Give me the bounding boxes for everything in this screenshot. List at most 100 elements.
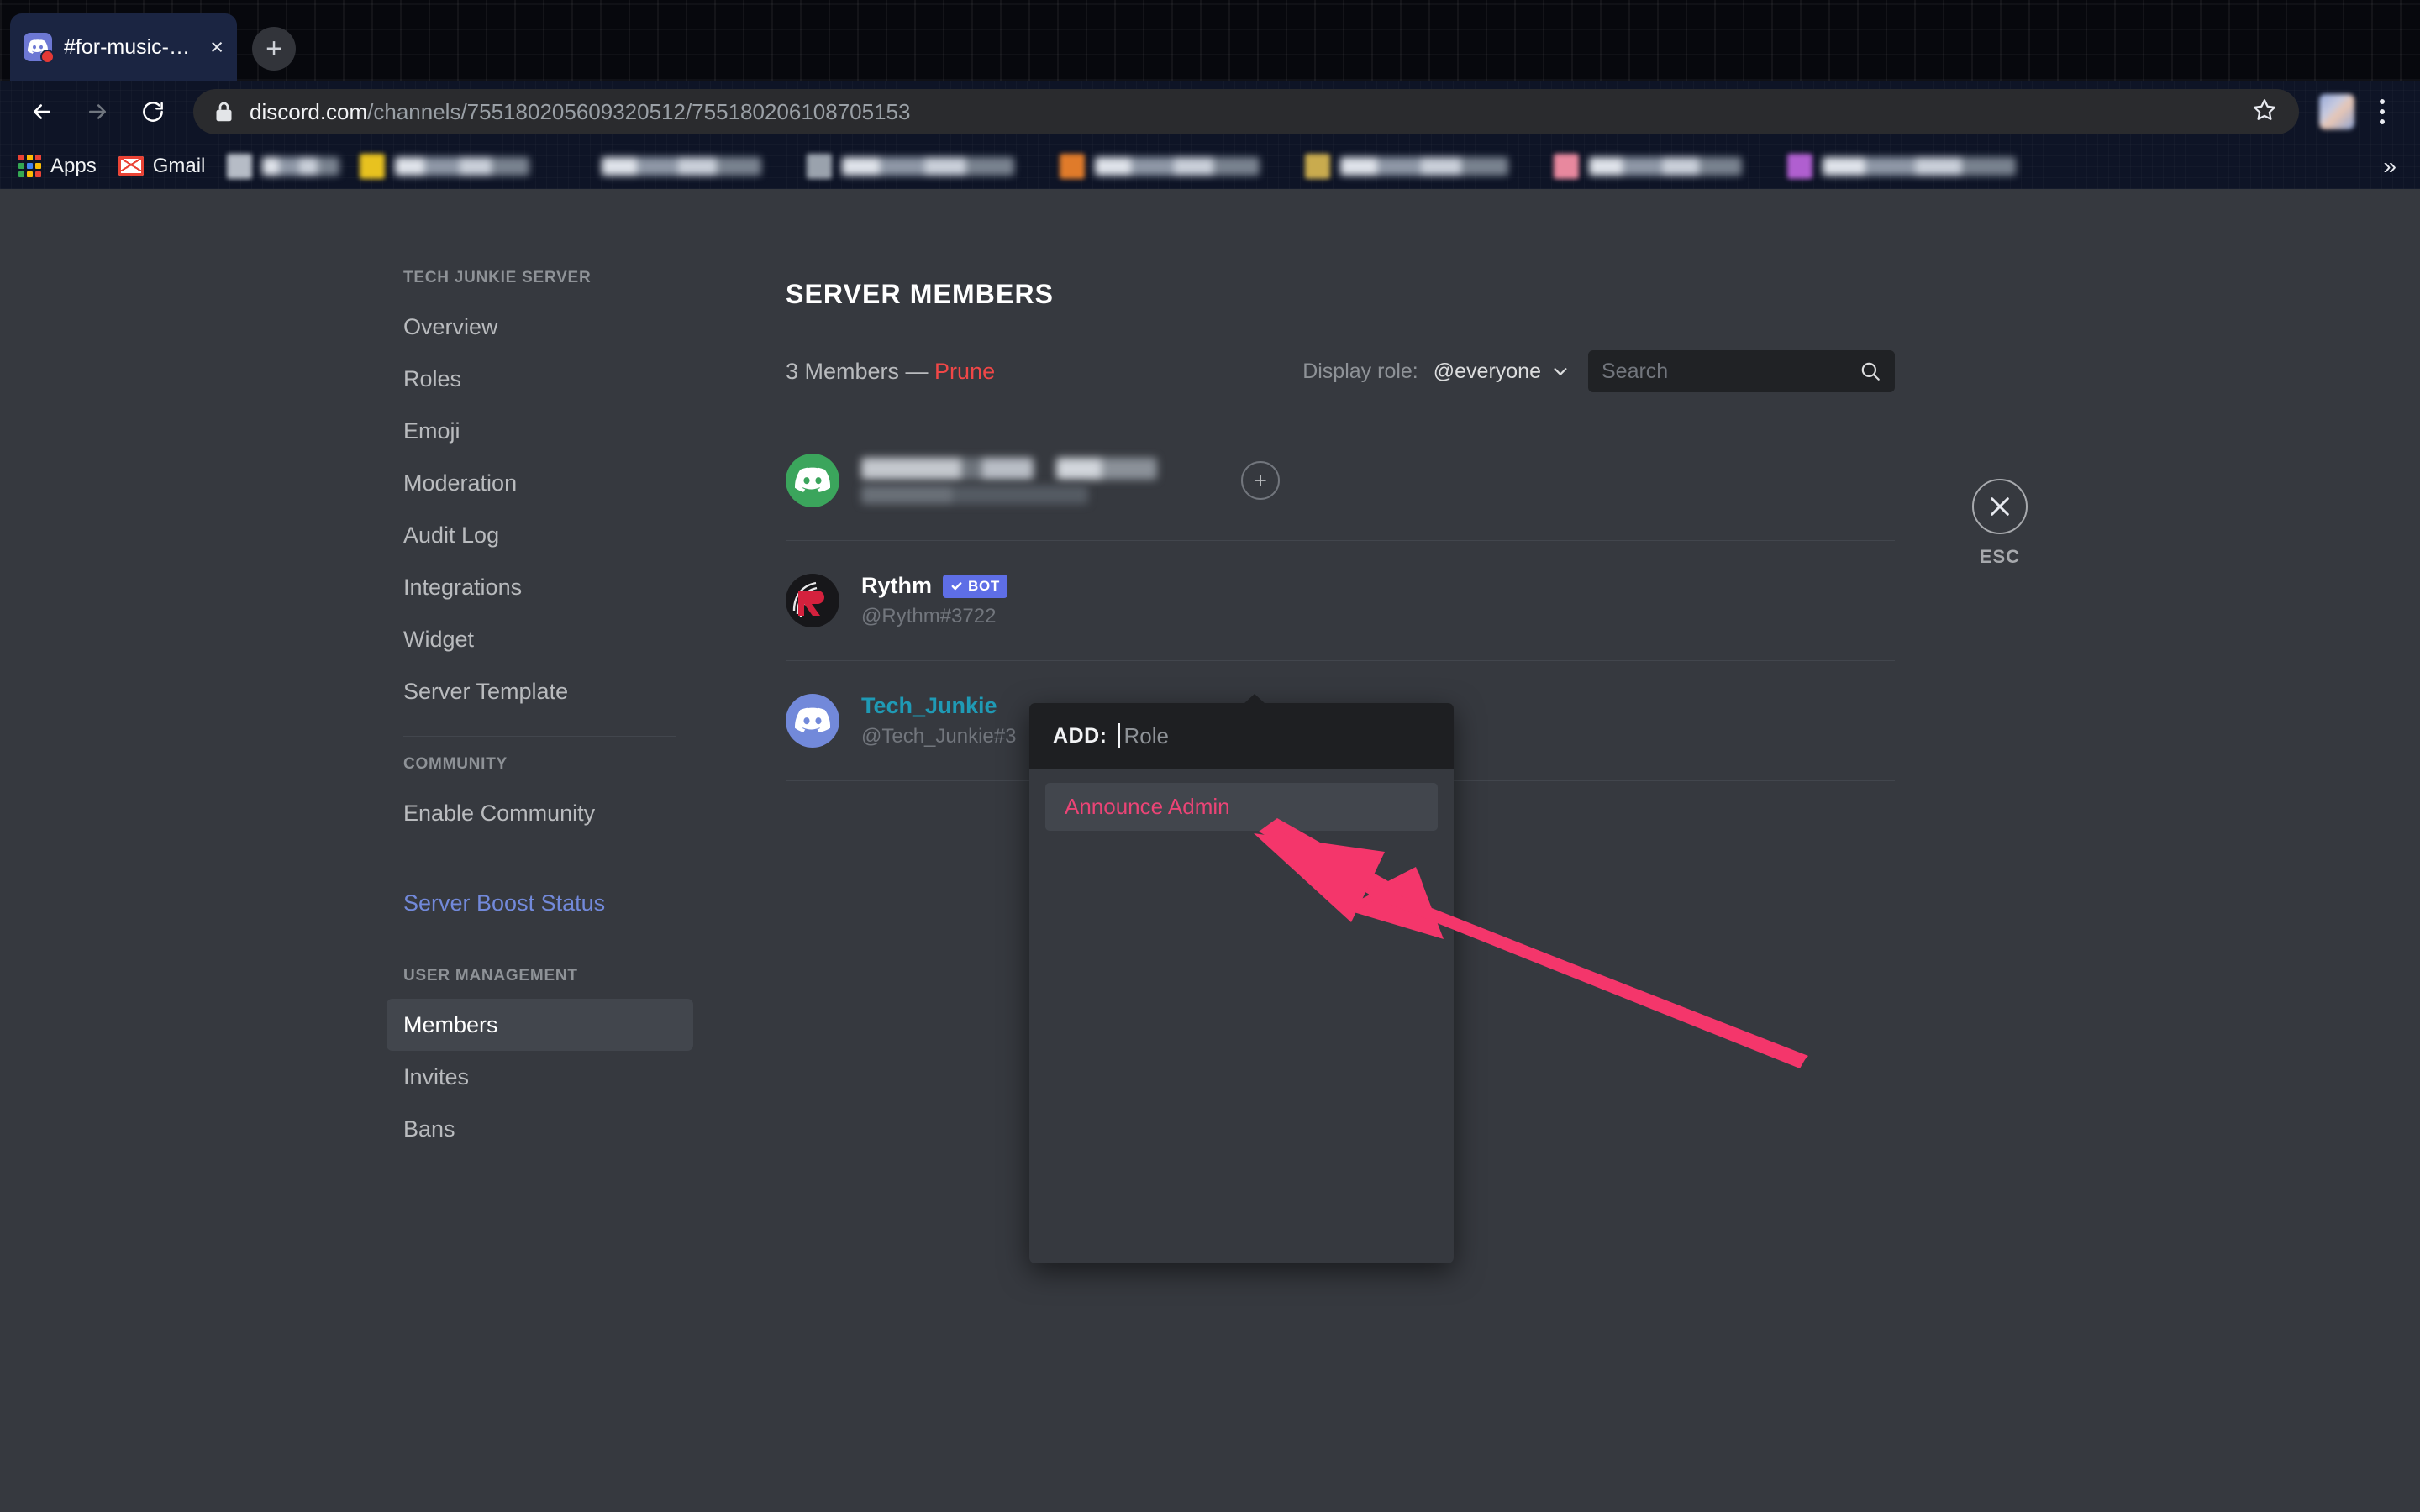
gmail-icon <box>118 156 144 176</box>
tab-strip <box>0 0 2420 81</box>
sidebar-item-label: Server Boost Status <box>403 890 606 916</box>
bookmark-redacted[interactable] <box>807 153 1015 179</box>
navigation-bar: discord.com/channels/755180205609320512/… <box>0 81 2420 143</box>
bookmarks-overflow-icon[interactable]: » <box>2383 153 2402 180</box>
bookmark-redacted[interactable] <box>1305 153 1509 179</box>
tab-close-icon[interactable]: × <box>210 35 224 59</box>
bookmark-apps-label: Apps <box>50 154 97 177</box>
member-name: Rythm BOT <box>861 573 1007 599</box>
sidebar-item-emoji[interactable]: Emoji <box>387 405 693 457</box>
sidebar-item-label: Enable Community <box>403 800 596 826</box>
sidebar-item-label: Members <box>403 1011 498 1037</box>
bookmark-label-redacted <box>1095 156 1260 176</box>
table-row[interactable]: Rythm BOT @Rythm#3722 <box>786 541 1895 661</box>
bookmark-redacted[interactable] <box>227 153 340 179</box>
role-option-label: Announce Admin <box>1065 794 1230 819</box>
close-settings-button[interactable]: ESC <box>1941 479 2059 568</box>
back-arrow-icon[interactable] <box>18 88 66 135</box>
lock-icon <box>215 101 233 123</box>
check-icon <box>951 582 962 591</box>
settings-sidebar: TECH JUNKIE SERVER Overview Roles Emoji … <box>387 189 693 1155</box>
add-label: ADD: <box>1053 723 1107 748</box>
member-count: 3 Members — Prune <box>786 359 995 385</box>
sidebar-item-enable-community[interactable]: Enable Community <box>387 787 693 839</box>
discord-settings-page: TECH JUNKIE SERVER Overview Roles Emoji … <box>0 189 2420 1512</box>
members-toolbar: 3 Members — Prune Display role: @everyon… <box>786 350 1895 392</box>
redacted-block <box>1056 457 1157 480</box>
popup-pointer <box>1244 694 1265 704</box>
member-count-text: 3 Members — <box>786 358 935 384</box>
bookmark-favicon <box>807 153 833 179</box>
sidebar-heading-server: TECH JUNKIE SERVER <box>403 269 592 286</box>
sidebar-item-widget[interactable]: Widget <box>387 613 693 665</box>
sidebar-item-label: Overview <box>403 313 498 339</box>
chevron-down-icon <box>1554 368 1567 375</box>
esc-circle <box>1972 479 2028 534</box>
sidebar-item-audit-log[interactable]: Audit Log <box>387 509 693 561</box>
member-name-redacted <box>861 457 1157 480</box>
display-role-dropdown[interactable]: @everyone <box>1434 360 1570 384</box>
browser-chrome: #for-music-commands × + discord.com/chan… <box>0 0 2420 189</box>
sidebar-item-members[interactable]: Members <box>387 999 693 1051</box>
bookmarks-bar: Apps Gmail » <box>0 143 2420 189</box>
bookmark-apps[interactable]: Apps <box>18 155 97 178</box>
sidebar-item-label: Invites <box>403 1063 470 1089</box>
member-info: Tech_Junkie @Tech_Junkie#3 <box>861 693 1016 748</box>
sidebar-item-label: Roles <box>403 365 462 391</box>
sidebar-item-overview[interactable]: Overview <box>387 301 693 353</box>
url-text: discord.com/channels/755180205609320512/… <box>250 99 910 125</box>
reload-icon[interactable] <box>129 88 176 135</box>
address-bar[interactable]: discord.com/channels/755180205609320512/… <box>193 89 2299 134</box>
tab-title: #for-music-commands <box>64 34 198 59</box>
bookmark-favicon <box>1305 153 1331 179</box>
notification-badge <box>40 50 55 64</box>
bookmark-redacted[interactable] <box>602 156 762 176</box>
member-info: Rythm BOT @Rythm#3722 <box>861 573 1007 628</box>
bookmark-redacted[interactable] <box>1787 153 2017 179</box>
close-icon <box>1991 497 2009 516</box>
sidebar-item-moderation[interactable]: Moderation <box>387 457 693 509</box>
sidebar-item-label: Server Template <box>403 678 569 704</box>
bookmark-favicon <box>1060 153 1086 179</box>
sidebar-item-roles[interactable]: Roles <box>387 353 693 405</box>
search-placeholder: Search <box>1602 359 1669 383</box>
bookmark-gmail[interactable]: Gmail <box>118 155 205 178</box>
sidebar-item-server-template[interactable]: Server Template <box>387 665 693 717</box>
bookmark-label-redacted <box>262 156 340 176</box>
member-tag-redacted <box>861 485 1088 504</box>
sidebar-item-bans[interactable]: Bans <box>387 1103 693 1155</box>
tabstrip-texture <box>0 0 2420 81</box>
bookmark-star-icon[interactable] <box>2252 97 2277 127</box>
browser-tab[interactable]: #for-music-commands × <box>10 13 237 81</box>
member-name-text: Rythm <box>861 573 933 598</box>
bookmark-label-redacted <box>395 156 530 176</box>
sidebar-item-label: Integrations <box>403 574 523 600</box>
bookmark-label-redacted <box>1589 156 1743 176</box>
sidebar-item-label: Widget <box>403 626 475 652</box>
avatar <box>786 694 839 748</box>
search-input[interactable]: Search <box>1588 350 1895 392</box>
bookmark-redacted[interactable] <box>1554 153 1743 179</box>
add-role-popup[interactable]: ADD: Role Announce Admin <box>1029 694 1454 1263</box>
text-caret <box>1118 723 1120 748</box>
browser-menu-icon[interactable] <box>2363 88 2402 135</box>
role-option-announce-admin[interactable]: Announce Admin <box>1045 783 1438 831</box>
prune-link[interactable]: Prune <box>934 359 995 384</box>
forward-arrow-icon[interactable] <box>74 88 121 135</box>
add-role-button[interactable]: + <box>1241 461 1280 500</box>
bot-badge-label: BOT <box>968 577 1000 594</box>
bookmark-favicon <box>1554 153 1580 179</box>
new-tab-button[interactable]: + <box>252 27 296 71</box>
toolbar-controls: Display role: @everyone Search <box>1302 350 1895 392</box>
role-input-placeholder[interactable]: Role <box>1124 723 1169 749</box>
sidebar-item-invites[interactable]: Invites <box>387 1051 693 1103</box>
table-row[interactable]: + <box>786 421 1895 541</box>
profile-avatar[interactable] <box>2319 94 2354 129</box>
bookmark-redacted[interactable] <box>1060 153 1260 179</box>
sidebar-item-integrations[interactable]: Integrations <box>387 561 693 613</box>
avatar <box>786 454 839 507</box>
bookmark-label-redacted <box>1823 156 2017 176</box>
bookmark-redacted[interactable] <box>360 153 530 179</box>
sidebar-item-label: Bans <box>403 1116 455 1142</box>
sidebar-item-server-boost-status[interactable]: Server Boost Status <box>387 877 693 929</box>
